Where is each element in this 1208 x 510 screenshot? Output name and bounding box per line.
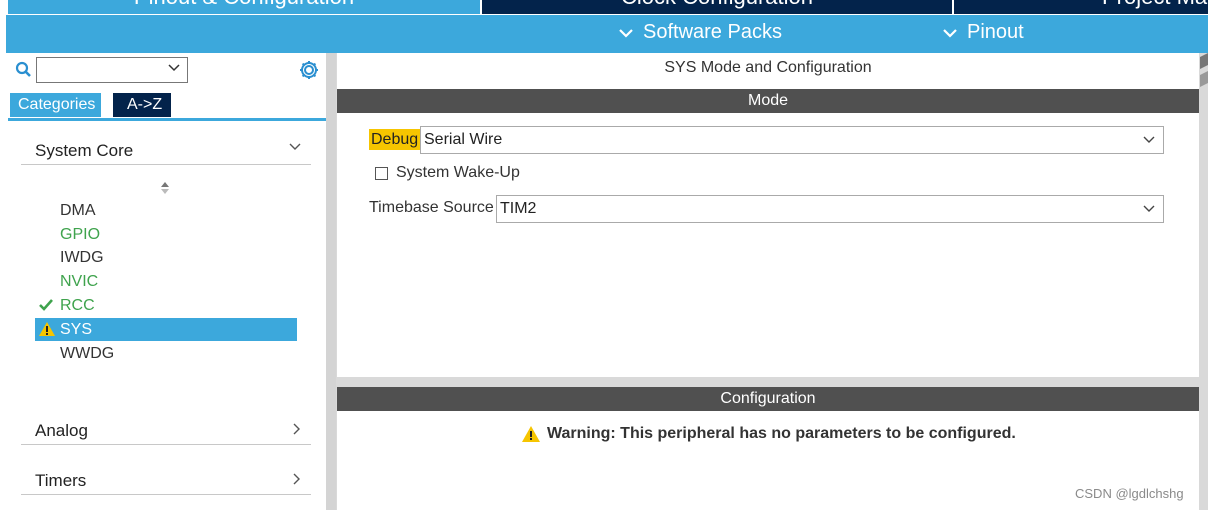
top-tab-bar: Pinout & Configuration Clock Configurati… [0,0,1208,14]
timebase-value: TIM2 [500,200,537,217]
tab-categories[interactable]: Categories [10,93,101,117]
sidebar: Categories A->Z System Core DMA GPIO IWD… [6,53,326,510]
software-packs-menu[interactable]: Software Packs [618,21,782,44]
panel-title: SYS Mode and Configuration [664,59,872,76]
chevron-down-icon [1143,205,1155,212]
debug-label-text: Debug [369,129,421,150]
chevron-right-icon [293,473,300,485]
search-combobox[interactable] [36,57,188,83]
mode-header: Mode [337,89,1199,113]
watermark: CSDN @lgdlchshg [1075,486,1184,501]
mode-panel: SYS Mode and Configuration Mode Debug Se… [337,53,1199,377]
section-analog[interactable]: Analog [21,417,311,445]
item-label: SYS [60,321,93,338]
section-timers[interactable]: Timers [21,467,311,495]
list-item-iwdg[interactable]: IWDG [35,246,297,269]
chevron-down-icon [168,64,180,72]
tab-underline [8,118,326,121]
software-packs-label: Software Packs [643,21,782,43]
check-icon [39,299,53,311]
warning-icon [522,426,540,442]
tab-label: Project Ma [954,0,1208,10]
chevron-down-icon [1143,136,1155,143]
item-label: WWDG [60,345,115,362]
wakeup-checkbox[interactable] [375,167,388,180]
splitter[interactable] [326,53,336,510]
timebase-select[interactable]: TIM2 [496,195,1164,223]
warning-message: Warning: This peripheral has no paramete… [521,425,1016,443]
list-item-sys[interactable]: SYS [35,318,297,341]
tab-label: Pinout & Configuration [8,0,480,10]
configuration-panel: Configuration Warning: This peripheral h… [337,387,1199,510]
warning-text: Warning: This peripheral has no paramete… [547,425,1016,442]
debug-label: Debug [369,129,421,150]
tab-label: Clock Configuration [482,0,952,10]
sub-menu-bar: Software Packs Pinout [6,15,1208,53]
chevron-right-icon [293,423,300,435]
list-item-gpio[interactable]: GPIO [35,223,297,246]
main-panel: SYS Mode and Configuration Mode Debug Se… [336,53,1208,510]
chevron-down-icon [619,28,633,38]
section-label: Timers [35,471,87,490]
tab-pinout-configuration[interactable]: Pinout & Configuration [8,0,480,14]
list-item-nvic[interactable]: NVIC [35,270,297,293]
scroll-handle-icon[interactable] [1200,53,1208,93]
list-item-rcc[interactable]: RCC [35,294,297,317]
item-label: IWDG [60,249,104,266]
section-label: System Core [35,141,134,160]
chevron-down-icon [289,143,301,150]
gear-icon[interactable] [298,59,320,81]
timebase-label: Timebase Source [369,199,494,216]
debug-select[interactable]: Serial Wire [420,126,1164,154]
list-item-wwdg[interactable]: WWDG [35,342,297,365]
wakeup-label: System Wake-Up [396,164,520,181]
section-label: Analog [35,421,88,440]
tab-a-to-z[interactable]: A->Z [113,93,171,117]
pinout-menu[interactable]: Pinout [942,21,1024,44]
item-label: NVIC [60,273,99,290]
configuration-header: Configuration [337,387,1199,411]
debug-value: Serial Wire [424,131,503,148]
tab-clock-configuration[interactable]: Clock Configuration [482,0,952,14]
tab-project-manager[interactable]: Project Ma [954,0,1208,14]
item-label: GPIO [60,226,101,243]
warning-icon [39,322,55,336]
sort-icon[interactable] [160,181,170,195]
section-system-core[interactable]: System Core [21,137,311,165]
chevron-down-icon [943,28,957,38]
pinout-label: Pinout [967,21,1024,43]
list-item-dma[interactable]: DMA [35,199,297,222]
item-label: RCC [60,297,95,314]
search-icon [15,61,31,77]
item-label: DMA [60,202,96,219]
